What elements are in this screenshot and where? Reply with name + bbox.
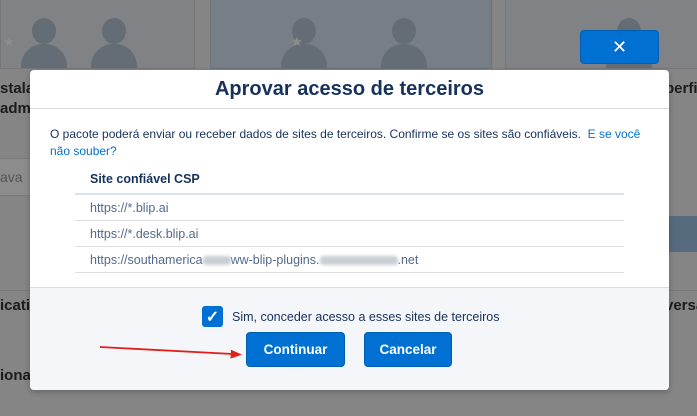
redacted-text <box>202 255 231 265</box>
table-row: https://southamerica ww-blip-plugins. .net <box>75 246 624 273</box>
table-row: https://*.desk.blip.ai <box>75 220 624 247</box>
cancel-button[interactable]: Cancelar <box>364 332 452 367</box>
site-prefix: https://southamerica <box>90 252 203 267</box>
close-icon: ✕ <box>611 37 628 57</box>
close-button[interactable]: ✕ <box>580 30 659 64</box>
site-cell: https://*.desk.blip.ai <box>75 220 624 247</box>
checkmark-icon: ✓ <box>205 308 220 326</box>
description-text: O pacote poderá enviar ou receber dados … <box>50 127 581 141</box>
grant-access-checkbox-row[interactable]: ✓ Sim, conceder acesso a esses sites de … <box>202 306 499 327</box>
table-row: https://*.blip.ai <box>75 194 624 221</box>
modal-footer: ✓ Sim, conceder acesso a esses sites de … <box>30 287 669 390</box>
column-header-csp-site: Site confiável CSP <box>75 165 624 195</box>
site-middle: ww-blip-plugins. <box>230 252 320 267</box>
modal-header: Aprovar acesso de terceiros <box>30 70 669 109</box>
csp-sites-table: Site confiável CSP https://*.blip.ai htt… <box>75 165 624 273</box>
site-suffix: .net <box>397 252 419 267</box>
continue-button[interactable]: Continuar <box>246 332 345 367</box>
grant-access-label: Sim, conceder acesso a esses sites de te… <box>232 309 500 324</box>
table-header-row: Site confiável CSP <box>75 165 624 195</box>
approve-third-party-dialog: Aprovar acesso de terceiros O pacote pod… <box>30 70 669 390</box>
modal-title: Aprovar acesso de terceiros <box>214 77 485 100</box>
site-cell: https://*.blip.ai <box>75 194 624 221</box>
modal-body: O pacote poderá enviar ou receber dados … <box>30 109 669 287</box>
description: O pacote poderá enviar ou receber dados … <box>50 126 650 160</box>
redacted-text <box>319 255 398 265</box>
grant-access-checkbox[interactable]: ✓ <box>202 306 223 327</box>
site-cell: https://southamerica ww-blip-plugins. .net <box>75 246 624 273</box>
